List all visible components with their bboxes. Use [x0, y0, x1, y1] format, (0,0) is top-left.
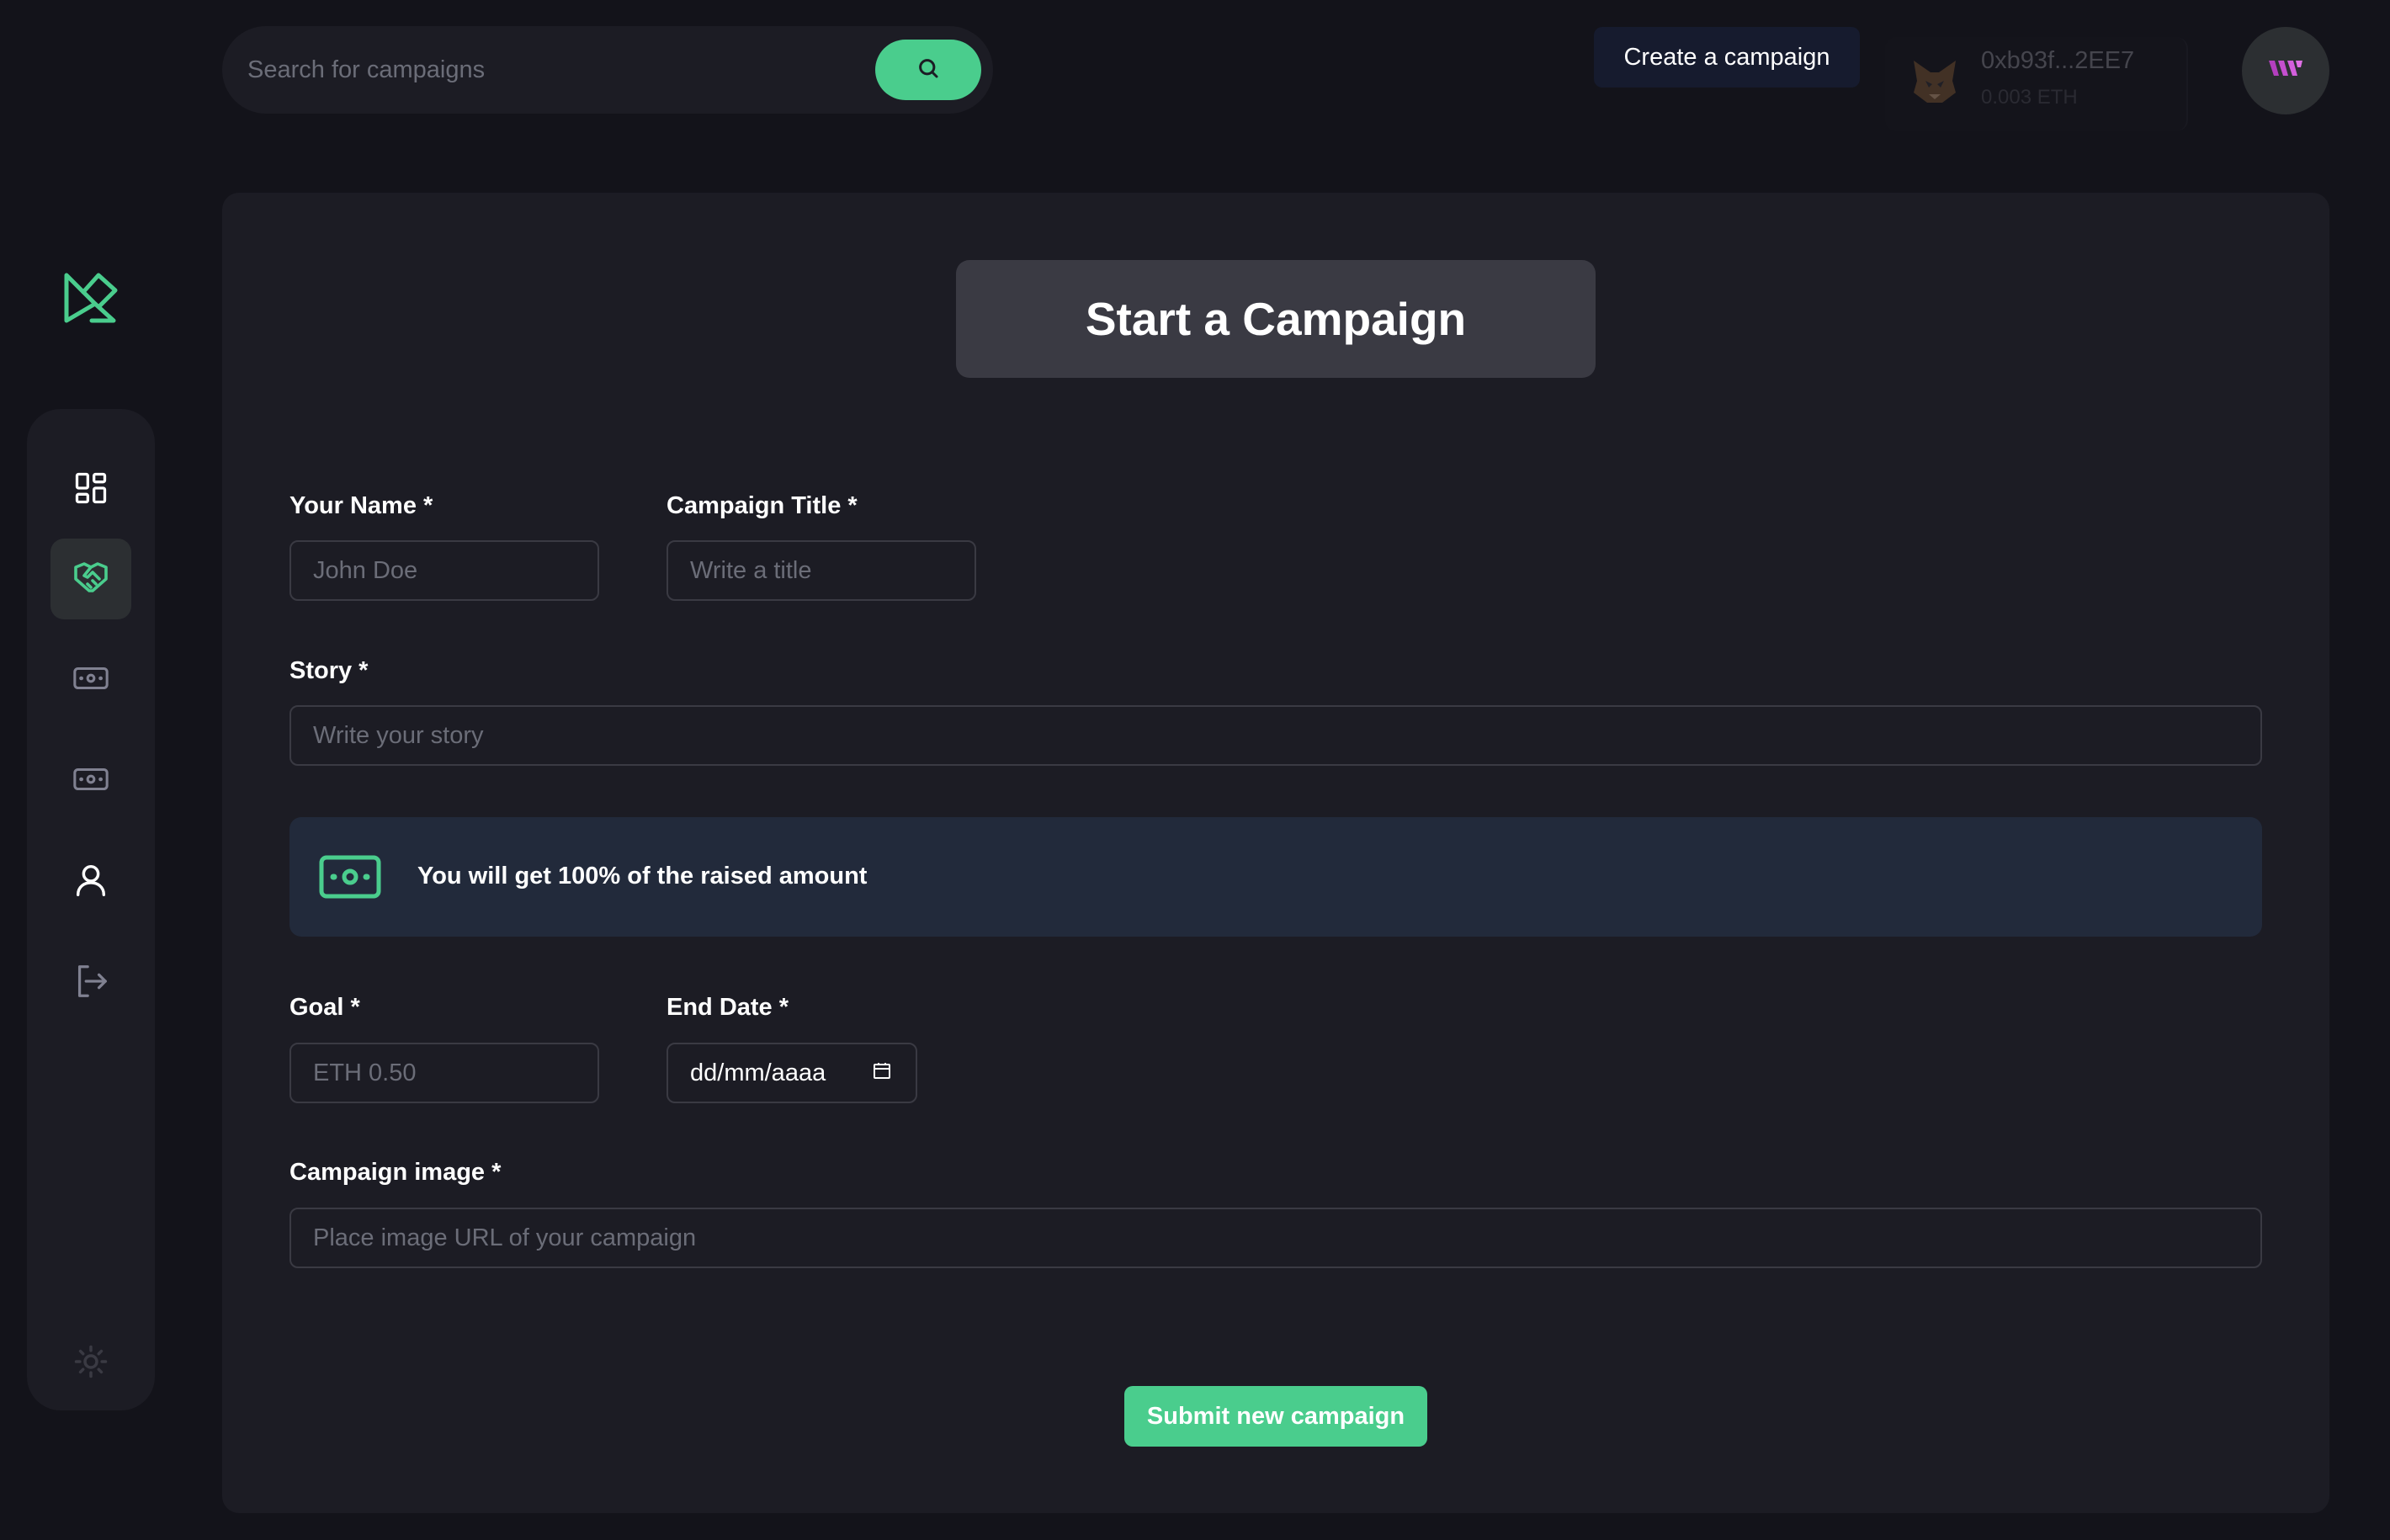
page-title: Start a Campaign [956, 260, 1596, 378]
sidebar-item-withdraw[interactable] [50, 741, 131, 821]
search-input[interactable] [247, 48, 836, 92]
sidebar-item-dashboard[interactable] [50, 449, 131, 530]
metamask-fox-icon [1909, 56, 1961, 108]
sidebar-item-profile[interactable] [50, 842, 131, 922]
search-icon [916, 56, 941, 85]
story-input[interactable] [289, 705, 2262, 766]
sidebar-item-campaign[interactable] [50, 539, 131, 619]
campaign-title-input[interactable] [667, 540, 976, 601]
logout-icon [72, 962, 110, 1005]
end-date-label: End Date * [667, 994, 789, 1021]
goal-label: Goal * [289, 994, 360, 1021]
profile-avatar[interactable] [2242, 27, 2329, 114]
money-icon [72, 760, 110, 803]
goal-input[interactable] [289, 1043, 599, 1103]
sidebar [27, 409, 155, 1410]
campaign-form-panel: Start a Campaign Your Name * Campaign Ti… [222, 193, 2329, 1513]
end-date-input[interactable]: dd/mm/aaaa [667, 1043, 917, 1103]
story-label: Story * [289, 657, 369, 684]
theme-toggle[interactable] [50, 1323, 131, 1404]
search-button[interactable] [875, 40, 981, 100]
search-bar [222, 26, 993, 114]
name-input[interactable] [289, 540, 599, 601]
app-logo[interactable] [56, 263, 126, 333]
sidebar-item-payment[interactable] [50, 640, 131, 720]
name-label: Your Name * [289, 492, 433, 519]
handshake-icon [71, 557, 111, 602]
create-campaign-button[interactable]: Create a campaign [1594, 27, 1860, 88]
wallet-info[interactable]: 0xb93f...2EE7 0.003 ETH [1885, 37, 2188, 131]
app-root: Create a campaign 0xb93f...2EE7 0.003 ET… [0, 0, 2390, 1540]
wallet-address: 0xb93f...2EE7 [1981, 47, 2135, 74]
money-icon [318, 854, 382, 904]
campaign-image-input[interactable] [289, 1208, 2262, 1268]
banner-text: You will get 100% of the raised amount [417, 863, 868, 889]
submit-campaign-button[interactable]: Submit new campaign [1124, 1386, 1427, 1447]
sidebar-item-logout[interactable] [50, 943, 131, 1023]
info-banner: You will get 100% of the raised amount [289, 817, 2262, 937]
brand-logo-icon [2267, 57, 2304, 85]
calendar-icon[interactable] [872, 1059, 892, 1087]
wallet-balance: 0.003 ETH [1981, 86, 2078, 109]
campaign-title-label: Campaign Title * [667, 492, 858, 519]
sun-icon [73, 1344, 109, 1383]
money-icon [72, 659, 110, 702]
dashboard-icon [72, 470, 109, 511]
campaign-image-label: Campaign image * [289, 1159, 502, 1186]
end-date-value: dd/mm/aaaa [690, 1059, 826, 1086]
user-icon [72, 861, 110, 904]
